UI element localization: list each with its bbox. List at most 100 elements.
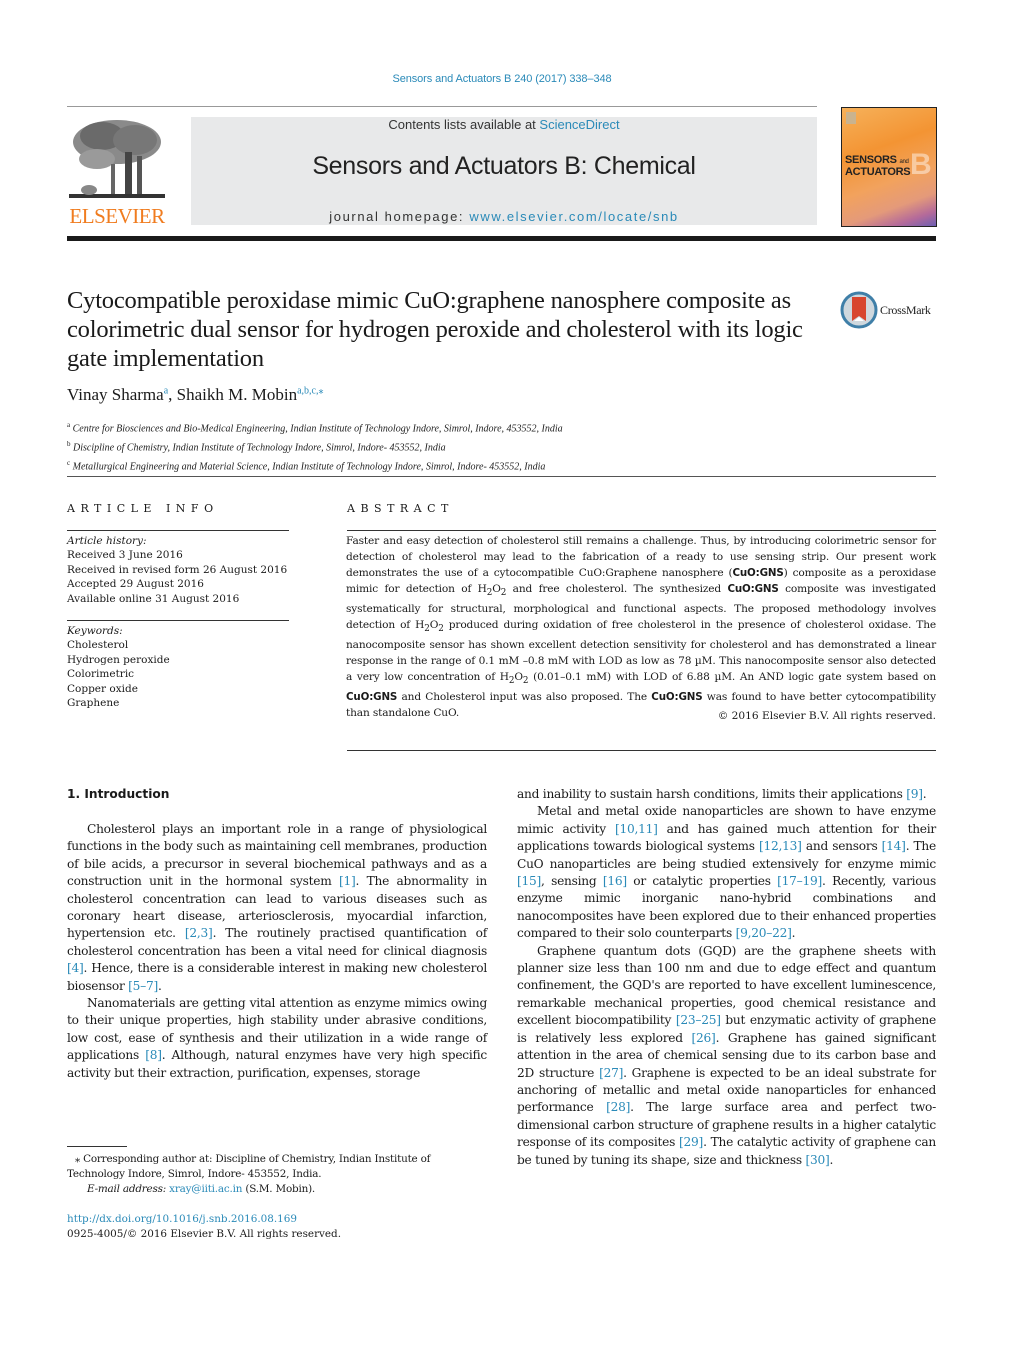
body-paragraph: Cholesterol plays an important role in a…: [67, 822, 487, 993]
journal-homepage-line: journal homepage: www.elsevier.com/locat…: [191, 209, 817, 224]
crossmark-icon: [840, 291, 878, 329]
body-column-right: and inability to sustain harsh condition…: [517, 786, 936, 1169]
crossmark-label: CrossMark: [880, 303, 931, 317]
citation-link[interactable]: [27]: [599, 1066, 623, 1080]
affiliation-item: b Discipline of Chemistry, Indian Instit…: [67, 437, 937, 456]
issn-line: 0925-4005/© 2016 Elsevier B.V. All right…: [67, 1228, 342, 1240]
history-item: Received 3 June 2016: [67, 549, 183, 562]
journal-cover-thumbnail[interactable]: B SENSORS and ACTUATORS: [841, 107, 937, 227]
author-separator: ,: [168, 385, 177, 404]
citation-link[interactable]: [9,20–22]: [736, 926, 792, 940]
cover-word-and: and: [899, 159, 909, 165]
contents-line: Contents lists available at ScienceDirec…: [191, 117, 817, 132]
citation-link[interactable]: [26]: [692, 1031, 716, 1045]
journal-homepage-link[interactable]: www.elsevier.com/locate/snb: [469, 209, 678, 224]
journal-citation-link[interactable]: Sensors and Actuators B 240 (2017) 338–3…: [0, 73, 1004, 85]
corresponding-note: ⁎ Corresponding author at: Discipline of…: [67, 1152, 487, 1182]
citation-link[interactable]: [2,3]: [185, 926, 213, 940]
citation-link[interactable]: [14]: [882, 839, 906, 853]
cover-publisher-mark-icon: [846, 112, 856, 124]
keywords: Keywords: Cholesterol Hydrogen peroxide …: [67, 624, 297, 710]
cover-title-line1: SENSORS and: [845, 154, 909, 166]
citation-link[interactable]: [8]: [145, 1048, 162, 1062]
body-paragraph: Graphene quantum dots (GQD) are the grap…: [517, 943, 937, 1167]
subscript: 2: [508, 676, 515, 687]
header-divider: [67, 106, 817, 107]
article-info-divider: [67, 530, 289, 531]
author-name[interactable]: Shaikh M. Mobin: [177, 385, 297, 404]
subscript: 2: [424, 624, 430, 635]
citation-link[interactable]: [29]: [679, 1135, 703, 1149]
subscript: 2: [438, 624, 444, 635]
doi-link[interactable]: http://dx.doi.org/10.1016/j.snb.2016.08.…: [67, 1213, 297, 1225]
citation-link[interactable]: [10,11]: [615, 822, 658, 836]
citation-link[interactable]: [9]: [906, 787, 923, 801]
citation-link[interactable]: [17–19]: [777, 874, 822, 888]
corresponding-text: Corresponding author at: Discipline of C…: [67, 1153, 431, 1180]
article-title: Cytocompatible peroxidase mimic CuO:grap…: [67, 287, 803, 372]
homepage-prefix: journal homepage:: [329, 209, 470, 224]
citation-link[interactable]: [16]: [603, 874, 627, 888]
citation-link[interactable]: [4]: [67, 961, 84, 975]
affiliations: a Centre for Biosciences and Bio-Medical…: [67, 418, 937, 474]
bold-term: CuO:GNS: [732, 567, 784, 579]
article-history-label: Article history:: [67, 535, 147, 547]
affiliation-mark: c: [67, 458, 71, 467]
bold-term: CuO:GNS: [727, 583, 779, 595]
author-name[interactable]: Vinay Sharma: [67, 385, 164, 404]
abstract-bottom-divider: [347, 750, 936, 751]
keyword-item: Hydrogen peroxide: [67, 653, 170, 666]
contents-prefix: Contents lists available at: [388, 117, 540, 132]
sciencedirect-link[interactable]: ScienceDirect: [539, 117, 619, 132]
keywords-divider: [67, 620, 289, 621]
author-affil-marker[interactable]: a,b,c,⁎: [297, 385, 323, 396]
subscript: 2: [522, 676, 529, 687]
keyword-item: Cholesterol: [67, 639, 129, 652]
abstract-copyright: © 2016 Elsevier B.V. All rights reserved…: [717, 710, 936, 722]
keyword-item: Graphene: [67, 697, 120, 710]
doi-block: http://dx.doi.org/10.1016/j.snb.2016.08.…: [67, 1212, 341, 1242]
citation-link[interactable]: [15]: [517, 874, 541, 888]
affiliation-item: a Centre for Biosciences and Bio-Medical…: [67, 418, 937, 437]
bold-term: CuO:GNS: [651, 691, 703, 704]
affiliation-item: c Metallurgical Engineering and Material…: [67, 456, 937, 475]
email-line: E-mail address: xray@iiti.ac.in (S.M. Mo…: [67, 1182, 487, 1197]
abstract-heading: ABSTRACT: [347, 502, 454, 515]
corresponding-author-footnote: ⁎ Corresponding author at: Discipline of…: [67, 1152, 487, 1197]
section-heading-introduction: 1. Introduction: [67, 787, 170, 801]
header-thick-divider: [67, 236, 936, 241]
footnote-divider: [67, 1146, 127, 1147]
article-info-heading: ARTICLE INFO: [67, 502, 219, 515]
title-divider: [67, 476, 936, 477]
email-link[interactable]: xray@iiti.ac.in: [169, 1183, 242, 1195]
affiliation-text: Centre for Biosciences and Bio-Medical E…: [72, 423, 563, 435]
elsevier-wordmark: ELSEVIER: [69, 204, 165, 228]
keyword-item: Colorimetric: [67, 668, 135, 681]
abstract-text: Faster and easy detection of cholesterol…: [346, 535, 936, 720]
email-suffix: (S.M. Mobin).: [242, 1183, 316, 1195]
body-paragraph: Nanomaterials are getting vital attentio…: [67, 996, 488, 1080]
affiliation-mark: b: [67, 439, 71, 448]
body-paragraph: and inability to sustain harsh condition…: [517, 787, 927, 801]
abstract-divider: [347, 530, 936, 531]
affiliation-mark: a: [67, 421, 71, 429]
body-column-left: Cholesterol plays an important role in a…: [67, 821, 487, 1082]
affiliation-text: Metallurgical Engineering and Material S…: [72, 460, 546, 472]
article-history: Article history: Received 3 June 2016 Re…: [67, 534, 297, 606]
journal-title: Sensors and Actuators B: Chemical: [312, 152, 696, 180]
citation-link[interactable]: [28]: [606, 1100, 630, 1114]
citation-link[interactable]: [30]: [806, 1153, 830, 1167]
history-item: Available online 31 August 2016: [67, 592, 240, 605]
citation-link[interactable]: [5–7]: [128, 979, 158, 993]
citation-link[interactable]: [23–25]: [676, 1013, 721, 1027]
cover-title-line2: ACTUATORS: [845, 166, 911, 178]
affiliation-text: Discipline of Chemistry, Indian Institut…: [73, 442, 446, 454]
citation-link[interactable]: [1]: [339, 874, 356, 888]
subscript: 2: [486, 588, 493, 599]
body-paragraph: Metal and metal oxide nanoparticles are …: [517, 804, 936, 941]
subscript: 2: [500, 588, 507, 599]
history-item: Received in revised form 26 August 2016: [67, 563, 288, 576]
keyword-item: Copper oxide: [67, 682, 138, 695]
citation-link[interactable]: [12,13]: [759, 839, 802, 853]
keywords-label: Keywords:: [67, 625, 123, 637]
